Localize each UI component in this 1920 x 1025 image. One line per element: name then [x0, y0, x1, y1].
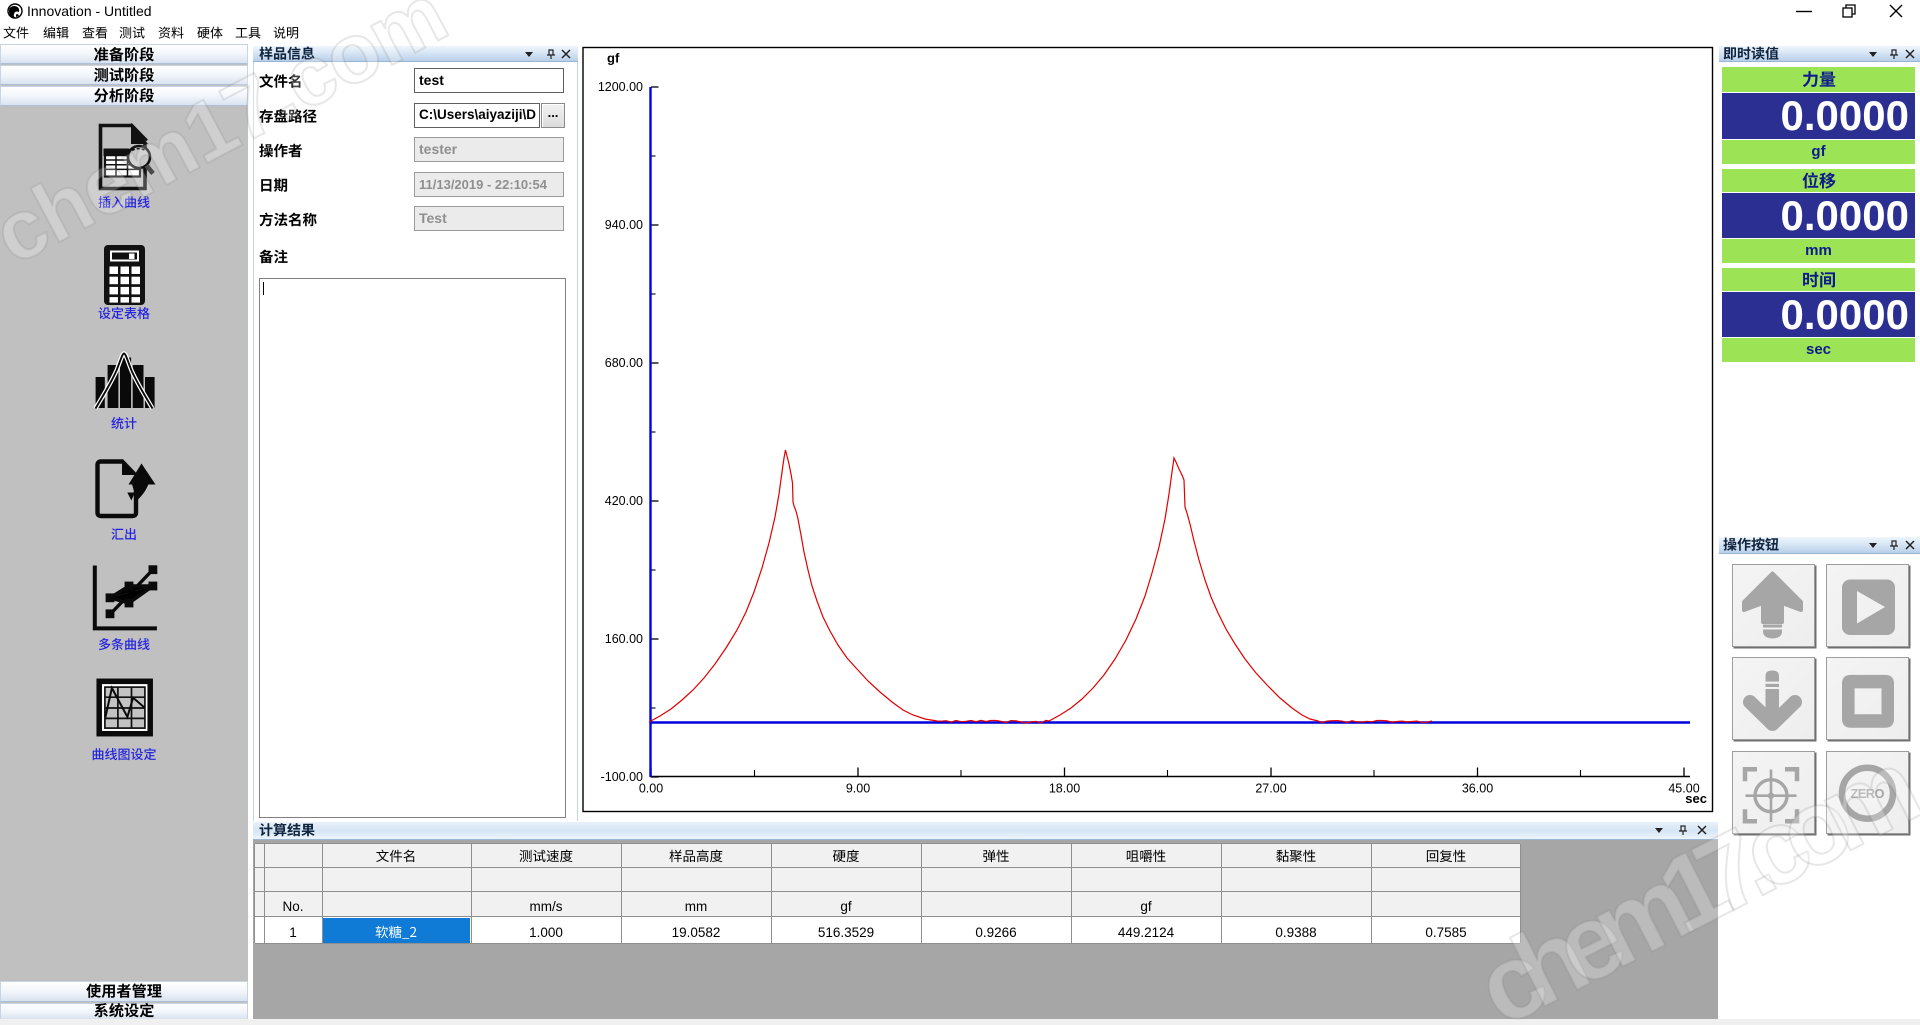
svg-text:27.00: 27.00 [1255, 782, 1286, 796]
svg-text:940.00: 940.00 [605, 218, 643, 232]
svg-text:680.00: 680.00 [605, 356, 643, 370]
svg-text:1200.00: 1200.00 [598, 80, 643, 94]
svg-text:-100.00: -100.00 [601, 770, 643, 784]
svg-text:gf: gf [607, 51, 620, 66]
svg-text:18.00: 18.00 [1049, 782, 1080, 796]
svg-text:36.00: 36.00 [1462, 782, 1493, 796]
svg-text:420.00: 420.00 [605, 494, 643, 508]
svg-text:9.00: 9.00 [846, 782, 870, 796]
svg-text:45.00: 45.00 [1668, 782, 1699, 796]
svg-text:0.00: 0.00 [639, 782, 663, 796]
svg-text:sec: sec [1685, 791, 1707, 806]
svg-text:160.00: 160.00 [605, 632, 643, 646]
